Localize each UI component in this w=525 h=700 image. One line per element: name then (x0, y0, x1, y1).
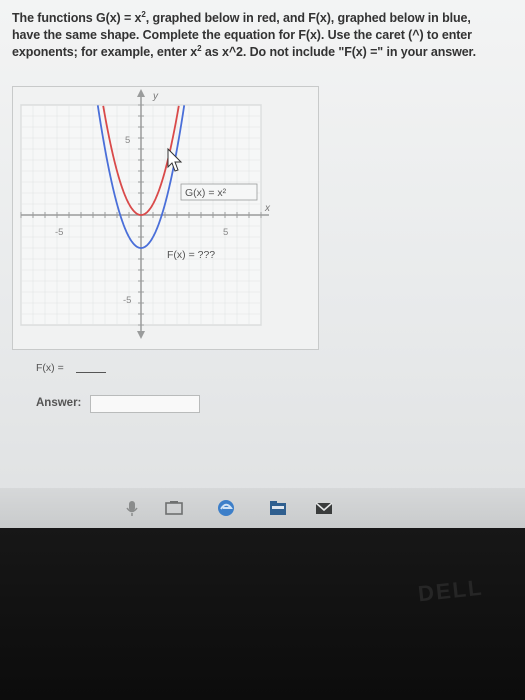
y-axis-arrow (137, 89, 145, 97)
g-function-label: G(x) = x² (185, 187, 227, 199)
taskbar (0, 488, 525, 528)
graph-svg: y x -5 5 5 -5 G(x) = x² F(x) = ??? (20, 89, 271, 339)
laptop-bezel: DELL (0, 528, 525, 700)
brand-logo: DELL (416, 574, 485, 607)
tick-label-x-neg5: -5 (55, 227, 63, 238)
question-line-1b: , graphed below in red, and F(x), graphe… (145, 11, 471, 25)
answer-label: Answer: (36, 397, 82, 409)
screen: The functions G(x) = x2, graphed below i… (0, 0, 525, 528)
question-line-2: have the same shape. Complete the equati… (12, 28, 472, 42)
answer-input[interactable] (90, 395, 200, 413)
y-axis-arrow-down (137, 331, 145, 339)
mail-icon[interactable] (314, 498, 334, 518)
tick-label-y-neg5: -5 (123, 295, 131, 306)
question-line-3a: exponents; for example, enter x (12, 45, 198, 59)
tick-label-x-5: 5 (223, 227, 228, 238)
microphone-icon[interactable] (122, 498, 142, 518)
file-explorer-icon[interactable] (268, 498, 288, 518)
question-line-3b: as x^2. Do not include "F(x) =" in your … (201, 45, 477, 59)
question-text: The functions G(x) = x2, graphed below i… (12, 10, 517, 61)
edge-icon[interactable] (216, 498, 236, 518)
question-line-1a: The functions G(x) = x (12, 11, 142, 25)
task-view-icon[interactable] (164, 498, 184, 518)
graph-panel: y x -5 5 5 -5 G(x) = x² F(x) = ??? (12, 86, 319, 350)
fx-blank-line (76, 372, 106, 373)
fx-label: F(x) = (36, 362, 64, 374)
tick-label-y-5: 5 (125, 135, 130, 146)
f-function-label: F(x) = ??? (167, 249, 215, 261)
y-axis-label: y (152, 91, 159, 102)
x-axis-label: x (264, 203, 271, 214)
